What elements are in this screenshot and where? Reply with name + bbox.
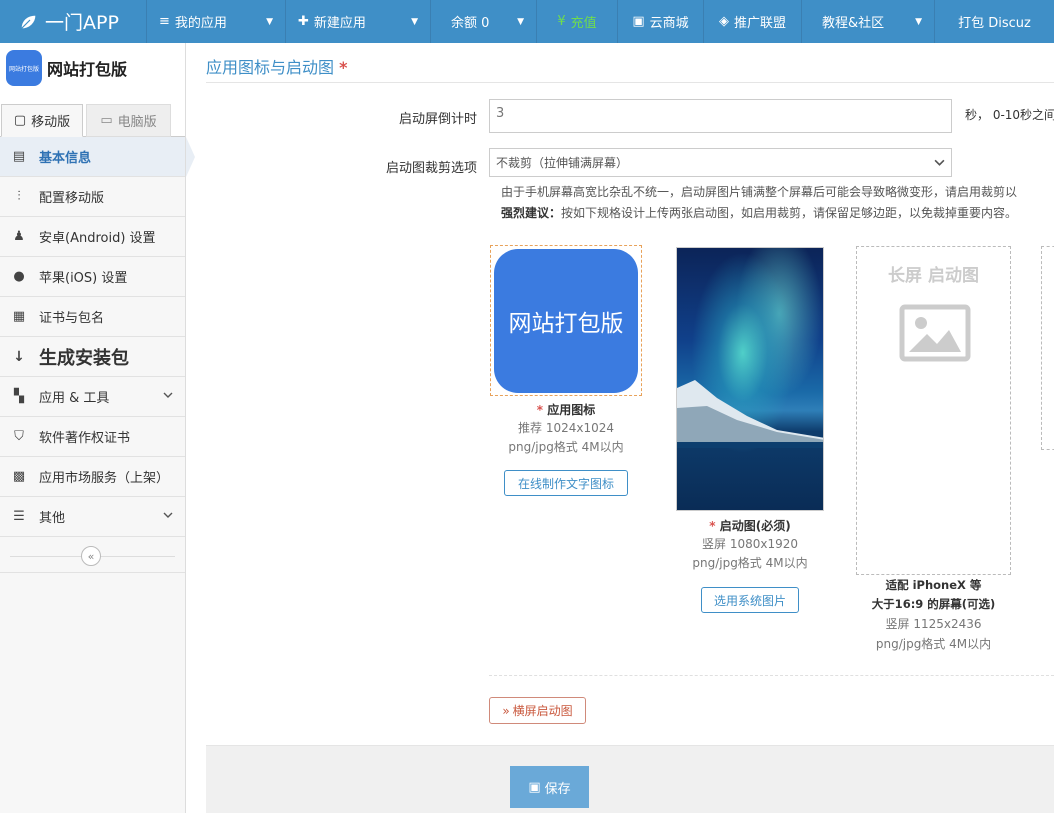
chevron-down-icon bbox=[934, 159, 945, 166]
main-content: 应用图标与启动图 * 启动屏倒计时 3 秒， 0-10秒之间 启动图裁剪选项 不… bbox=[186, 43, 1054, 813]
sidebar-item-config-mobile[interactable]: ⫶ 配置移动版 bbox=[0, 177, 185, 217]
monitor-icon: ▭ bbox=[100, 113, 113, 128]
image-placeholder-icon bbox=[899, 304, 971, 362]
long-splash-info: 适配 iPhoneX 等 大于16:9 的屏幕(可选) 竖屏 1125x2436… bbox=[856, 576, 1011, 654]
app-name: 网站打包版 bbox=[47, 60, 128, 79]
splash-size: 竖屏 1080x1920 bbox=[702, 537, 798, 551]
crop-select[interactable]: 不裁剪（拉伸铺满屏幕） bbox=[489, 148, 952, 177]
certificate-icon: ▦ bbox=[12, 309, 26, 324]
countdown-label: 启动屏倒计时 bbox=[398, 112, 477, 127]
choose-system-image-button[interactable]: 选用系统图片 bbox=[701, 587, 799, 613]
nav-balance[interactable]: 余额 0 ▼ bbox=[431, 0, 537, 43]
landscape-splash-button[interactable]: » 横屏启动图 bbox=[489, 697, 586, 724]
crop-description: 由于手机屏幕高宽比杂乱不统一，启动屏图片铺满整个屏幕后可能会导致略微变形，请启用… bbox=[501, 185, 1018, 199]
grid-icon: ▚ bbox=[14, 389, 24, 404]
nav-my-apps[interactable]: ≡ 我的应用 ▼ bbox=[147, 0, 286, 43]
sidebar-item-apps-tools[interactable]: ▚ 应用 & 工具 bbox=[0, 377, 185, 417]
mountain-scene bbox=[677, 380, 823, 448]
sidebar-item-other[interactable]: ☰ 其他 bbox=[0, 497, 185, 537]
mode-tabs: ▢ 移动版 ▭ 电脑版 bbox=[0, 93, 185, 137]
nav-pack-discuz[interactable]: 打包 Discuz bbox=[935, 0, 1054, 43]
app-header: 网站打包版 网站打包版 bbox=[0, 43, 185, 93]
long-splash-format: png/jpg格式 4M以内 bbox=[875, 637, 992, 651]
leaf-icon bbox=[20, 13, 37, 30]
countdown-input[interactable]: 3 bbox=[489, 99, 952, 133]
crop-label: 启动图裁剪选项 bbox=[385, 161, 477, 176]
caret-down-icon: ▼ bbox=[915, 16, 922, 27]
divider bbox=[206, 82, 1054, 83]
plus-icon: ✚ bbox=[298, 14, 309, 29]
nav-cloud-mall[interactable]: ▣ 云商城 bbox=[618, 0, 704, 43]
menu-lines-icon: ☰ bbox=[13, 509, 25, 524]
app-icon-preview: 网站打包版 bbox=[494, 249, 638, 393]
tablet-icon: ▢ bbox=[13, 113, 27, 128]
divider bbox=[489, 675, 1054, 676]
app-icon-size: 推荐 1024x1024 bbox=[518, 421, 614, 435]
sidebar-item-market-service[interactable]: ▩ 应用市场服务（上架） bbox=[0, 457, 185, 497]
sidebar-item-certificate[interactable]: ▦ 证书与包名 bbox=[0, 297, 185, 337]
yen-coin-icon: ¥ bbox=[557, 14, 566, 29]
chevron-down-icon bbox=[163, 512, 173, 518]
nav-recharge[interactable]: ¥ 充值 bbox=[537, 0, 618, 43]
sidebar-item-android[interactable]: ♟ 安卓(Android) 设置 bbox=[0, 217, 185, 257]
diamond-icon: ◈ bbox=[718, 14, 729, 29]
brand-name: 一门APP bbox=[45, 12, 119, 34]
sliders-icon: ⫶ bbox=[17, 189, 21, 204]
countdown-hint: 秒， 0-10秒之间 bbox=[965, 108, 1054, 122]
nav-new-app[interactable]: ✚ 新建应用 ▼ bbox=[286, 0, 431, 43]
crop-recommendation: 强烈建议：按如下规格设计上传两张启动图，如启用裁剪，请保留足够边距，以免裁掉重要… bbox=[501, 206, 1018, 220]
sidebar-item-basic-info[interactable]: ▤ 基本信息 bbox=[0, 137, 195, 177]
required-asterisk: * bbox=[339, 58, 348, 77]
shop-bag-icon: ▣ bbox=[632, 14, 645, 29]
caret-down-icon: ▼ bbox=[411, 16, 418, 27]
top-navbar: 一门APP ≡ 我的应用 ▼ ✚ 新建应用 ▼ 余额 0 ▼ ¥ 充值 ▣ 云商… bbox=[0, 0, 1054, 43]
document-list-icon: ▤ bbox=[12, 149, 26, 164]
long-splash-title: 长屏 启动图 bbox=[888, 266, 979, 286]
form-footer: ▣ 保存 bbox=[206, 745, 1054, 813]
tab-pc[interactable]: ▭ 电脑版 bbox=[86, 104, 171, 137]
sidebar: 网站打包版 网站打包版 ▢ 移动版 ▭ 电脑版 ▤ 基本信息 ⫶ 配置移动版 ♟… bbox=[0, 43, 195, 813]
apple-icon: ● bbox=[13, 269, 25, 284]
app-logo: 网站打包版 bbox=[6, 50, 42, 86]
splash-image-upload[interactable] bbox=[676, 247, 824, 511]
tab-mobile[interactable]: ▢ 移动版 bbox=[1, 104, 83, 137]
shield-icon: ⛉ bbox=[14, 429, 24, 444]
long-splash-size: 竖屏 1125x2436 bbox=[885, 617, 982, 631]
splash-info: * 启动图(必须) 竖屏 1080x1920 png/jpg格式 4M以内 bbox=[676, 517, 824, 573]
nav-affiliate[interactable]: ◈ 推广联盟 bbox=[704, 0, 802, 43]
floppy-disk-icon: ▣ bbox=[528, 779, 541, 795]
brand-logo[interactable]: 一门APP bbox=[0, 0, 147, 43]
extra-upload-slot[interactable] bbox=[1041, 246, 1054, 450]
sidebar-item-build-package[interactable]: ↓ 生成安装包 bbox=[0, 337, 185, 377]
list-icon: ≡ bbox=[159, 14, 170, 29]
double-chevron-down-icon: » bbox=[502, 703, 510, 718]
chevron-down-icon bbox=[163, 392, 173, 398]
long-splash-upload[interactable]: 长屏 启动图 bbox=[856, 246, 1011, 575]
sidebar-item-copyright[interactable]: ⛉ 软件著作权证书 bbox=[0, 417, 185, 457]
sidebar-item-ios[interactable]: ● 苹果(iOS) 设置 bbox=[0, 257, 185, 297]
android-icon: ♟ bbox=[13, 229, 25, 244]
sidebar-collapse-row: « bbox=[0, 537, 185, 573]
double-chevron-left-icon[interactable]: « bbox=[81, 546, 101, 566]
caret-down-icon: ▼ bbox=[266, 16, 273, 27]
store-icon: ▩ bbox=[12, 469, 26, 484]
make-text-icon-button[interactable]: 在线制作文字图标 bbox=[504, 470, 628, 496]
app-icon-upload[interactable]: 网站打包版 bbox=[490, 245, 642, 396]
page-title: 应用图标与启动图 * bbox=[206, 58, 348, 77]
nav-tutorial-community[interactable]: 教程&社区 ▼ bbox=[802, 0, 935, 43]
app-icon-format: png/jpg格式 4M以内 bbox=[508, 440, 624, 454]
app-icon-info: * 应用图标 推荐 1024x1024 png/jpg格式 4M以内 bbox=[490, 401, 642, 457]
sort-numeric-icon: ↓ bbox=[13, 348, 25, 365]
save-button[interactable]: ▣ 保存 bbox=[510, 766, 589, 808]
caret-down-icon: ▼ bbox=[517, 16, 524, 27]
splash-format: png/jpg格式 4M以内 bbox=[692, 556, 808, 570]
